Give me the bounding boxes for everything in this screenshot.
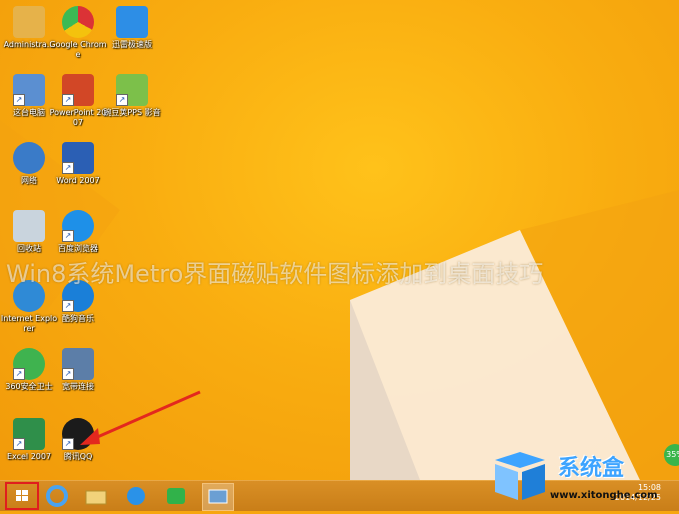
taskbar-iqiyi-button[interactable] xyxy=(161,483,191,509)
start-button[interactable] xyxy=(5,482,39,510)
desktop: Administra... ↗ 这台电脑 网络 回收站 Internet Exp… xyxy=(0,0,679,480)
watermark-brand: 系统盒 xyxy=(558,456,625,481)
taskbar-explorer-button[interactable] xyxy=(81,483,111,509)
baidu-browser-icon xyxy=(127,487,145,505)
ie-icon xyxy=(46,485,68,507)
folder-icon xyxy=(85,490,107,505)
watermark: 系统盒 www.xitonghe.com xyxy=(490,450,679,510)
remote-desktop-icon xyxy=(208,489,228,504)
taskbar-baidu-button[interactable] xyxy=(121,483,151,509)
windows-logo-icon xyxy=(16,490,28,501)
watermark-url: www.xitonghe.com xyxy=(550,490,658,501)
taskbar-remote-button[interactable] xyxy=(202,483,234,511)
taskbar-ie-button[interactable] xyxy=(42,483,72,509)
red-arrow-annotation xyxy=(80,390,201,445)
iqiyi-icon xyxy=(167,488,185,504)
watermark-logo-icon xyxy=(495,452,545,500)
